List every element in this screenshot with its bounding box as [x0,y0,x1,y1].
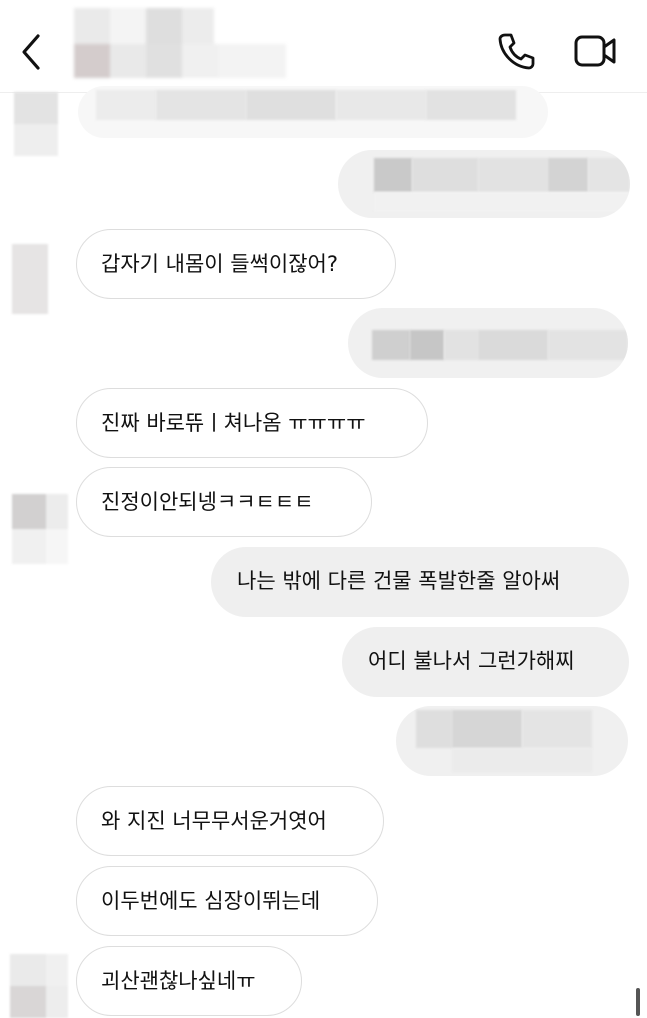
message-bubble[interactable]: 진짜 바로뜌ㅣ쳐나옴 ㅠㅠㅠㅠ [76,388,428,458]
call-button[interactable] [496,30,536,72]
avatar[interactable] [12,244,48,314]
message-bubble[interactable]: 갑자기 내몸이 들썩이잖어? [76,229,396,299]
avatar[interactable] [12,494,68,564]
sent-message-redacted[interactable] [338,150,630,218]
scrollbar[interactable] [636,988,640,1016]
avatar[interactable] [10,954,68,1018]
message-bubble[interactable]: 나는 밖에 다른 건물 폭발한줄 알아써 [211,547,629,617]
sent-message-redacted[interactable] [396,706,628,776]
phone-icon [498,33,535,70]
received-message-redacted[interactable] [78,86,548,138]
sent-message-redacted[interactable] [348,308,628,378]
message-bubble[interactable]: 이두번에도 심장이뛰는데 [76,866,378,936]
contact-name-redacted[interactable] [74,8,286,78]
message-bubble[interactable]: 괴산괜찮나싶네ㅠ [76,946,302,1016]
avatar[interactable] [14,92,58,156]
message-bubble[interactable]: 어디 불나서 그런가해찌 [342,627,629,697]
video-call-button[interactable] [572,32,618,72]
message-bubble[interactable]: 진정이안되넹ㅋㅋㅌㅌㅌ [76,467,372,537]
message-bubble[interactable]: 와 지진 너무무서운거엿어 [76,786,384,856]
chat-header [0,0,647,93]
video-camera-icon [574,35,616,67]
chevron-left-icon [22,34,40,70]
back-button[interactable] [16,32,50,72]
